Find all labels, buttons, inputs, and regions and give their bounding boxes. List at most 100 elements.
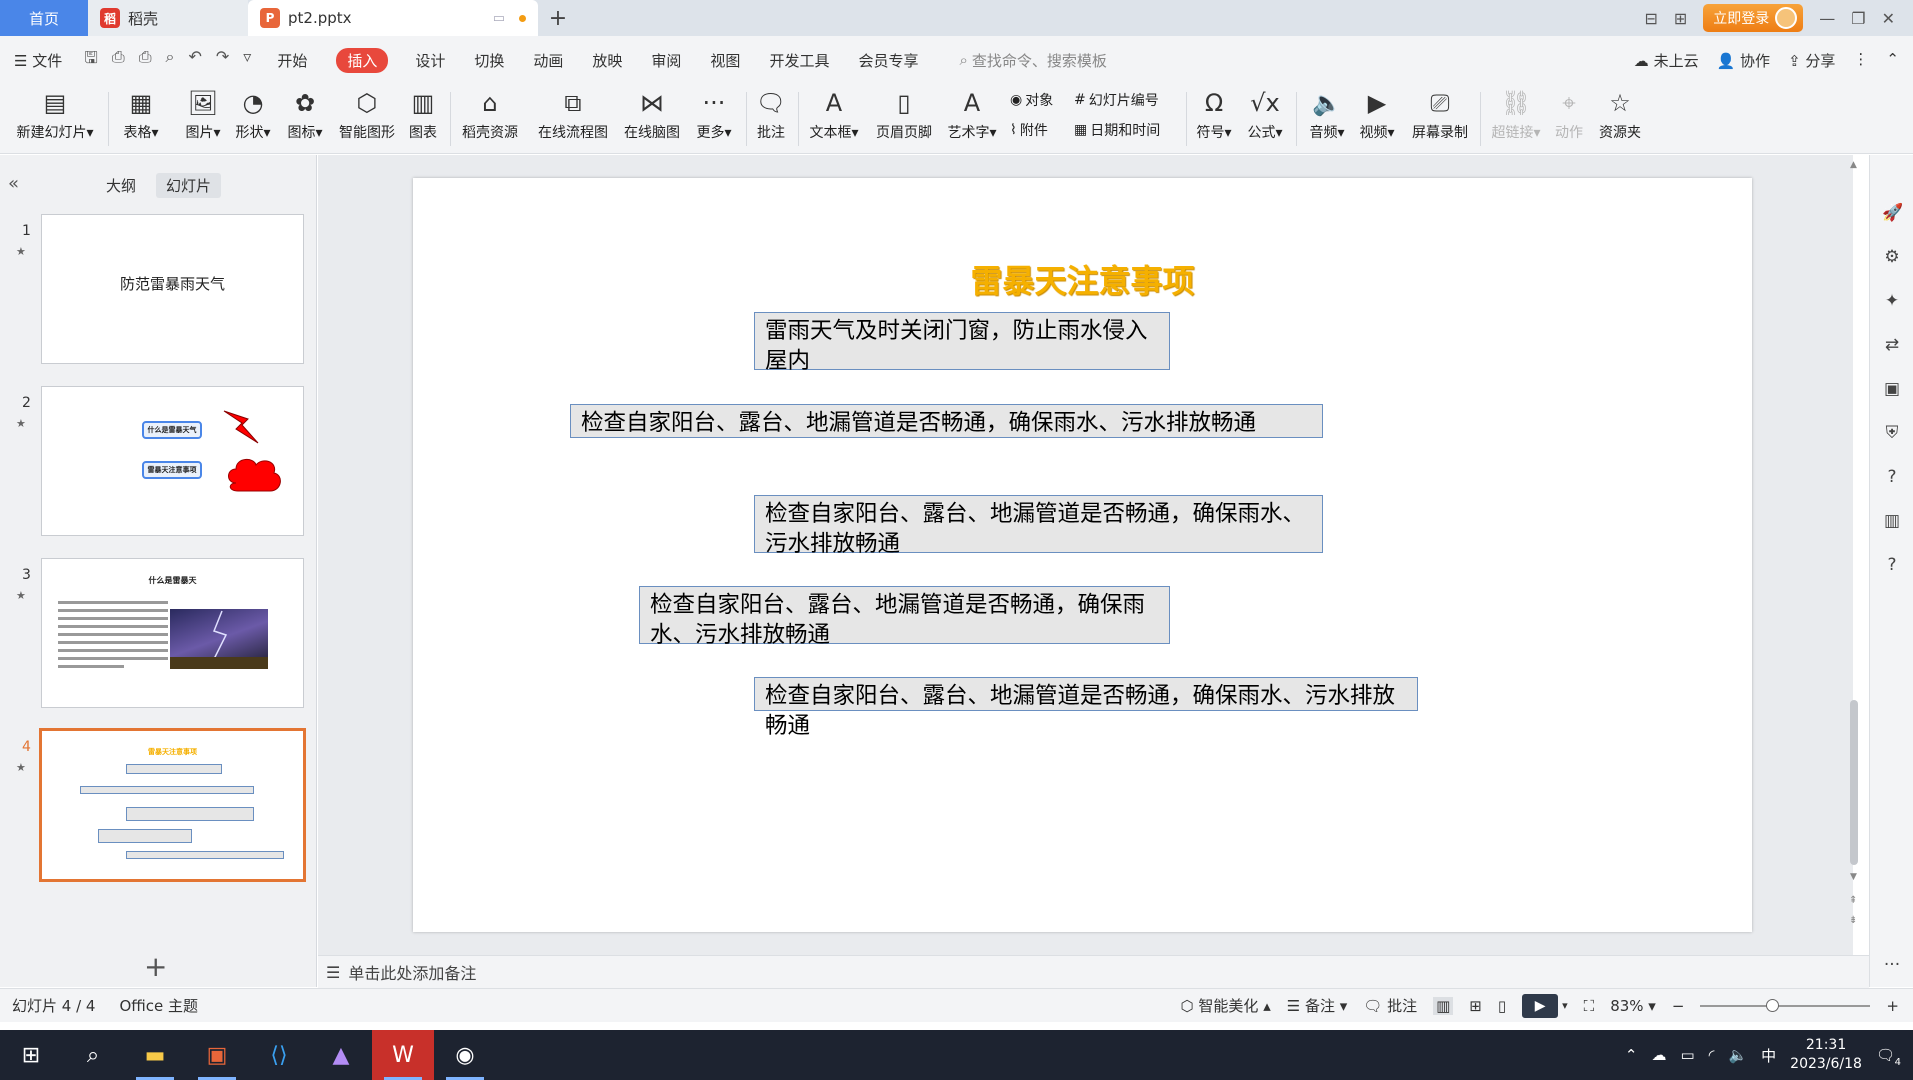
symbol-button[interactable]: Ω 符号▾ [1192, 84, 1236, 154]
ime-indicator[interactable]: 中 [1761, 1045, 1776, 1066]
print-icon[interactable]: ⎙ [139, 47, 152, 74]
slide-switch-icon[interactable]: ⇄ [1882, 335, 1902, 355]
new-tab-button[interactable]: + [538, 0, 578, 36]
text-box-5[interactable]: 检查自家阳台、露台、地漏管道是否畅通，确保雨水、污水排放畅通 [754, 677, 1418, 739]
battery-icon[interactable]: ▭ [1680, 1046, 1694, 1064]
zoom-level[interactable]: 83% ▾ [1610, 997, 1656, 1015]
help-icon[interactable]: ? [1882, 467, 1902, 487]
hyperlink-button[interactable]: ⛓ 超链接▾ [1488, 84, 1544, 154]
theme-name[interactable]: Office 主题 [119, 995, 198, 1016]
photos-app-icon[interactable]: ▲ [310, 1030, 372, 1080]
online-mindmap-button[interactable]: ⋈ 在线脑图 [620, 84, 684, 154]
audio-button[interactable]: 🔈 音频▾ [1304, 84, 1350, 154]
command-search[interactable]: ⌕ 查找命令、搜索模板 [959, 50, 1106, 71]
tab-outline[interactable]: 大纲 [96, 173, 146, 198]
wordart-button[interactable]: A 艺术字▾ [944, 84, 1000, 154]
notification-icon[interactable]: 🗨 4 [1876, 1046, 1901, 1068]
question-icon[interactable]: ? [1882, 555, 1902, 575]
slide-thumbnail-4[interactable]: 雷暴天注意事项 [39, 728, 306, 882]
comments-toggle-button[interactable]: 🗨 批注 [1363, 995, 1417, 1016]
slide-number-button[interactable]: # 幻灯片编号 [1074, 90, 1159, 110]
scroll-thumb[interactable] [1850, 700, 1858, 865]
new-slide-button[interactable]: ▤ 新建幻灯片▾ [12, 84, 98, 154]
smart-shape-button[interactable]: ⬡ 智能图形 [336, 84, 398, 154]
slide-title[interactable]: 雷暴天注意事项 [413, 256, 1752, 302]
menu-developer[interactable]: 开发工具 [769, 50, 829, 71]
wps-office-icon[interactable]: W [372, 1030, 434, 1080]
online-flowchart-button[interactable]: ⧉ 在线流程图 [534, 84, 612, 154]
menu-transition[interactable]: 切换 [474, 50, 504, 71]
current-slide[interactable]: 雷暴天注意事项 雷雨天气及时关闭门窗，防止雨水侵入屋内 检查自家阳台、露台、地漏… [413, 178, 1752, 932]
zoom-in-icon[interactable]: + [1886, 997, 1899, 1015]
minimize-icon[interactable]: — [1819, 9, 1835, 28]
normal-view-icon[interactable]: ▥ [1433, 996, 1454, 1015]
reading-view-icon[interactable]: ▯ [1498, 997, 1506, 1015]
menu-insert[interactable]: 插入 [336, 47, 389, 73]
menu-animation[interactable]: 动画 [533, 50, 563, 71]
menu-review[interactable]: 审阅 [651, 50, 681, 71]
menu-view[interactable]: 视图 [710, 50, 740, 71]
preview-icon[interactable]: ⌕ [166, 47, 175, 74]
notes-pane[interactable]: ☰ 单击此处添加备注 [318, 955, 1869, 988]
customize-icon[interactable]: ▿ [243, 47, 251, 74]
header-footer-button[interactable]: ▯ 页眉页脚 [872, 84, 936, 154]
next-slide-icon[interactable]: ⇟ [1849, 915, 1857, 926]
more-options-icon[interactable]: ⋮ [1853, 50, 1868, 71]
action-button[interactable]: ⌖ 动作 [1552, 84, 1586, 154]
save-icon[interactable]: 🖫 [84, 47, 98, 74]
undo-icon[interactable]: ↶ [188, 47, 201, 74]
menu-design[interactable]: 设计 [415, 50, 445, 71]
tab-slides[interactable]: 幻灯片 [156, 173, 222, 198]
add-slide-button[interactable]: + [144, 950, 167, 983]
notes-toggle-button[interactable]: ☰ 备注 ▾ [1287, 995, 1348, 1016]
rocket-icon[interactable]: 🚀 [1882, 203, 1903, 223]
slide-thumbnail-3[interactable]: 什么是雷暴天 [41, 558, 304, 708]
collapse-ribbon-icon[interactable]: ⌃ [1886, 50, 1899, 71]
datetime-button[interactable]: ▦ 日期和时间 [1074, 120, 1160, 140]
login-button[interactable]: 立即登录 [1703, 4, 1804, 32]
monitor-icon[interactable]: ▭ [493, 11, 505, 26]
slide-thumbnail-1[interactable]: 防范雷暴雨天气 [41, 214, 304, 364]
image-edit-icon[interactable]: ▣ [1882, 379, 1902, 399]
text-box-2[interactable]: 检查自家阳台、露台、地漏管道是否畅通，确保雨水、污水排放畅通 [570, 404, 1323, 438]
close-icon[interactable]: ✕ [1882, 9, 1895, 28]
taskbar-search-icon[interactable]: ⌕ [62, 1030, 124, 1080]
collab-button[interactable]: 👤 协作 [1717, 50, 1770, 71]
zoom-slider-knob[interactable] [1766, 998, 1780, 1012]
formula-button[interactable]: √x 公式▾ [1242, 84, 1288, 154]
shape-button[interactable]: ◔ 形状▾ [230, 84, 276, 154]
icon-button[interactable]: ✿ 图标▾ [282, 84, 328, 154]
scroll-down-icon[interactable]: ▼ [1850, 872, 1857, 882]
menu-member[interactable]: 会员专享 [858, 50, 918, 71]
slide-thumbnail-2[interactable]: 什么是雷暴天气 雷暴天注意事项 [41, 386, 304, 536]
daoke-resource-button[interactable]: ⌂ 稻壳资源 [458, 84, 522, 154]
play-options-icon[interactable]: ▾ [1562, 999, 1568, 1012]
picture-button[interactable]: 🖼 图片▾ [180, 84, 226, 154]
resource-folder-button[interactable]: ☆ 资源夹 [1596, 84, 1644, 154]
attachment-button[interactable]: ⌇ 附件 [1010, 120, 1048, 140]
text-box-1[interactable]: 雷雨天气及时关闭门窗，防止雨水侵入屋内 [754, 312, 1170, 374]
object-button[interactable]: ◉ 对象 [1010, 90, 1053, 110]
tab-document[interactable]: P pt2.pptx ▭ [248, 0, 538, 36]
settings-sliders-icon[interactable]: ⚙ [1882, 247, 1902, 267]
table-button[interactable]: ▦ 表格▾ [118, 84, 164, 154]
menu-home[interactable]: 开始 [277, 50, 307, 71]
prev-slide-icon[interactable]: ⇞ [1849, 895, 1857, 906]
screen-record-button[interactable]: ⎚ 屏幕录制 [1408, 84, 1472, 154]
clock[interactable]: 21:31 2023/6/18 [1790, 1036, 1862, 1074]
pin-icon[interactable]: ✦ [1882, 291, 1902, 311]
vscode-icon[interactable]: ⟨⟩ [248, 1030, 310, 1080]
more-button[interactable]: ··· 更多▾ [692, 84, 736, 154]
presentation-app-icon[interactable]: ▣ [186, 1030, 248, 1080]
fit-window-icon[interactable]: ⛶ [1584, 997, 1595, 1015]
file-explorer-icon[interactable]: ▬ [124, 1030, 186, 1080]
restore-icon[interactable]: ❐ [1851, 9, 1865, 28]
redo-icon[interactable]: ↷ [216, 47, 229, 74]
collapse-panel-icon[interactable]: « [8, 173, 19, 194]
scroll-up-icon[interactable]: ▲ [1850, 160, 1857, 170]
cloud-status[interactable]: ☁ 未上云 [1634, 50, 1699, 71]
shield-icon[interactable]: ⛨ [1882, 423, 1902, 443]
apps-grid-icon[interactable]: ⊞ [1674, 9, 1687, 28]
chart-button[interactable]: ▥ 图表 [404, 84, 442, 154]
file-menu[interactable]: ☰ 文件 [14, 50, 62, 71]
